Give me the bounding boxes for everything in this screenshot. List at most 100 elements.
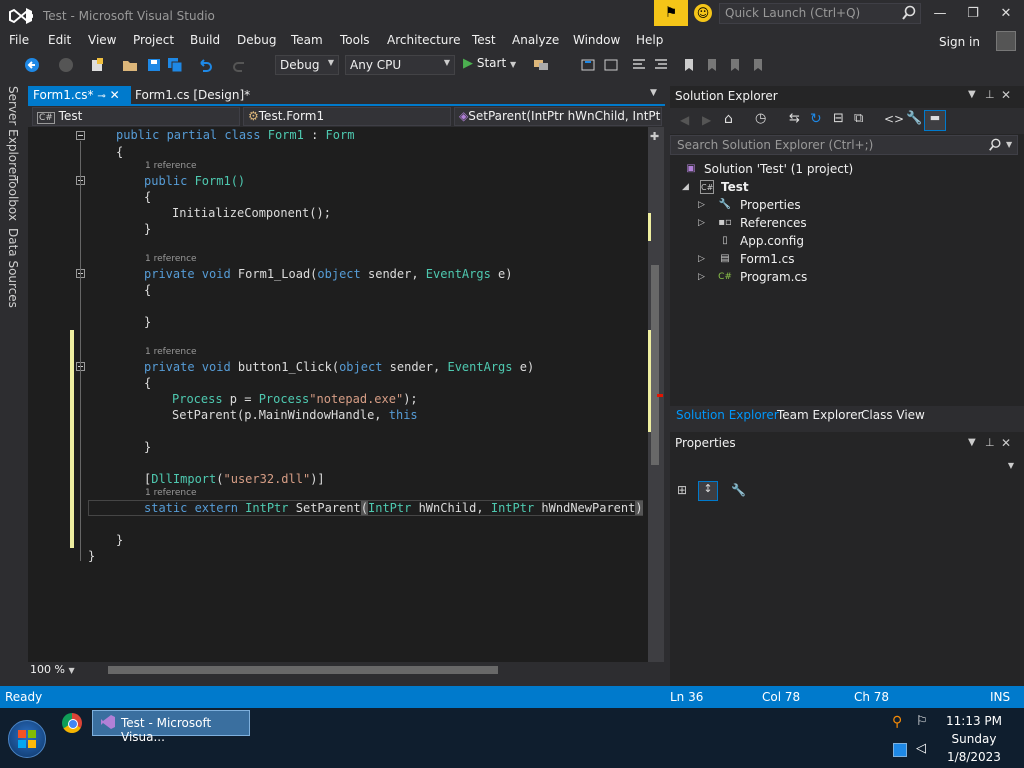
collapse-icon[interactable]: [76, 131, 85, 140]
close-panel-icon[interactable]: ✕: [1001, 436, 1011, 450]
menu-project[interactable]: Project: [133, 33, 174, 47]
undo-icon[interactable]: [197, 57, 213, 73]
horizontal-scroll-thumb[interactable]: [108, 666, 498, 674]
close-window-button[interactable]: ✕: [996, 6, 1016, 24]
collapsed-arrow-icon[interactable]: ▷: [698, 214, 705, 232]
tree-item-program-cs[interactable]: ▷ C# Program.cs: [698, 268, 807, 286]
tab-form1-cs[interactable]: Form1.cs* ⊸ ✕: [28, 86, 131, 105]
pending-changes-icon[interactable]: ◷: [755, 111, 766, 126]
close-panel-icon[interactable]: ✕: [1001, 88, 1011, 102]
menu-window[interactable]: Window: [573, 33, 620, 47]
expanded-arrow-icon[interactable]: ◢: [682, 178, 689, 196]
menu-analyze[interactable]: Analyze: [512, 33, 559, 47]
tab-form1-design[interactable]: Form1.cs [Design]*: [131, 86, 271, 105]
member-dropdown[interactable]: ◈SetParent(IntPtr hWnChild, IntPtr hWndN…: [454, 107, 662, 126]
open-file-icon[interactable]: [122, 57, 138, 73]
taskbar-clock[interactable]: 11:13 PM Sunday 1/8/2023: [934, 712, 1014, 766]
tab-solution-explorer[interactable]: Solution Explorer: [676, 408, 779, 422]
clear-bookmarks-icon[interactable]: [750, 57, 766, 73]
code-lens-reference[interactable]: 1 reference: [145, 254, 197, 264]
tab-list-dropdown-icon[interactable]: ▼: [650, 88, 657, 98]
pin-icon[interactable]: ⊥: [985, 88, 995, 101]
panel-options-icon[interactable]: ▼: [968, 437, 976, 448]
categorized-icon[interactable]: ⊞: [677, 483, 687, 497]
solution-configuration-dropdown[interactable]: Debug ▼: [275, 55, 339, 75]
step-over-icon[interactable]: [603, 57, 619, 73]
sign-in-link[interactable]: Sign in: [939, 35, 980, 49]
tree-item-app-config[interactable]: ▯ App.config: [700, 232, 804, 250]
code-lens-reference[interactable]: 1 reference: [145, 161, 197, 171]
collapse-all-icon[interactable]: ⊟: [833, 111, 844, 126]
properties-wrench-icon[interactable]: 🔧: [906, 111, 922, 126]
pin-icon[interactable]: ⊸: [97, 91, 105, 102]
search-icon[interactable]: [988, 138, 1002, 152]
object-selector-dropdown[interactable]: ▼: [673, 457, 1018, 475]
pin-icon[interactable]: ⊥: [985, 436, 995, 449]
vertical-scroll-thumb[interactable]: [651, 265, 659, 465]
data-sources-tab[interactable]: Data Sources: [6, 228, 20, 308]
feedback-flag-icon[interactable]: ⚑: [654, 0, 688, 26]
tab-class-view[interactable]: Class View: [861, 408, 925, 422]
menu-architecture[interactable]: Architecture: [387, 33, 460, 47]
smiley-feedback-icon[interactable]: ☺: [694, 4, 712, 22]
next-bookmark-icon[interactable]: [727, 57, 743, 73]
tab-team-explorer[interactable]: Team Explorer: [777, 408, 863, 422]
tree-item-properties[interactable]: ▷ 🔧 Properties: [698, 196, 801, 214]
show-all-files-icon[interactable]: ⧉: [854, 111, 863, 126]
chevron-down-icon[interactable]: ▼: [1006, 140, 1012, 149]
menu-help[interactable]: Help: [636, 33, 663, 47]
menu-edit[interactable]: Edit: [48, 33, 71, 47]
tree-item-form1-cs[interactable]: ▷ ▤ Form1.cs: [698, 250, 795, 268]
volume-icon[interactable]: ◁: [916, 741, 926, 756]
project-dropdown[interactable]: C# Test: [32, 107, 240, 126]
property-pages-icon[interactable]: 🔧: [731, 483, 746, 497]
tree-project-test[interactable]: ◢ C# Test: [682, 178, 749, 196]
collapsed-arrow-icon[interactable]: ▷: [698, 268, 705, 286]
tree-solution[interactable]: ▣ Solution 'Test' (1 project): [684, 160, 853, 178]
preview-selected-icon[interactable]: ▬: [924, 110, 946, 131]
menu-build[interactable]: Build: [190, 33, 220, 47]
start-debug-button[interactable]: ▶ Start ▼: [463, 56, 516, 74]
sync-icon[interactable]: ⇆: [789, 111, 800, 126]
menu-test[interactable]: Test: [472, 33, 496, 47]
uncomment-lines-icon[interactable]: [653, 57, 669, 73]
close-tab-icon[interactable]: ✕: [110, 88, 120, 102]
split-editor-icon[interactable]: ✚: [650, 130, 659, 143]
toolbox-tab[interactable]: Toolbox: [6, 176, 20, 221]
code-lens-reference[interactable]: 1 reference: [145, 488, 197, 498]
save-icon[interactable]: [146, 57, 162, 73]
class-dropdown[interactable]: ⚙Test.Form1: [243, 107, 451, 126]
redo-icon[interactable]: [232, 57, 248, 73]
refresh-icon[interactable]: ↻: [810, 111, 822, 127]
menu-tools[interactable]: Tools: [340, 33, 370, 47]
navigate-back-icon[interactable]: [24, 57, 40, 73]
quick-launch-input[interactable]: Quick Launch (Ctrl+Q): [719, 3, 921, 24]
panel-options-icon[interactable]: ▼: [968, 89, 976, 100]
collapsed-arrow-icon[interactable]: ▷: [698, 196, 705, 214]
tree-item-references[interactable]: ▷ ▪▫ References: [698, 214, 807, 232]
step-into-icon[interactable]: [580, 57, 596, 73]
minimize-button[interactable]: —: [930, 6, 950, 24]
comment-lines-icon[interactable]: [631, 57, 647, 73]
network-flag-icon[interactable]: ⚐: [916, 714, 928, 729]
prev-bookmark-icon[interactable]: [704, 57, 720, 73]
code-lens-reference[interactable]: 1 reference: [145, 347, 197, 357]
view-code-icon[interactable]: <>: [884, 112, 904, 126]
menu-team[interactable]: Team: [291, 33, 323, 47]
bookmark-icon[interactable]: [681, 57, 697, 73]
action-center-icon[interactable]: [893, 743, 907, 757]
chrome-icon[interactable]: [62, 713, 82, 733]
home-icon[interactable]: ⌂: [724, 111, 733, 127]
navigate-forward-icon[interactable]: [58, 57, 74, 73]
search-icon[interactable]: [901, 5, 917, 21]
forward-icon[interactable]: ▶: [702, 113, 711, 127]
collapsed-arrow-icon[interactable]: ▷: [698, 250, 705, 268]
alphabetical-icon[interactable]: ↕: [698, 481, 718, 501]
zoom-dropdown[interactable]: 100 % ▼: [30, 663, 92, 678]
restore-button[interactable]: ❐: [963, 6, 983, 24]
new-project-icon[interactable]: [89, 57, 105, 73]
menu-view[interactable]: View: [88, 33, 116, 47]
search-tray-icon[interactable]: ⚲: [892, 714, 902, 730]
server-explorer-tab[interactable]: Server Explorer: [6, 86, 20, 179]
back-icon[interactable]: ◀: [680, 113, 689, 127]
